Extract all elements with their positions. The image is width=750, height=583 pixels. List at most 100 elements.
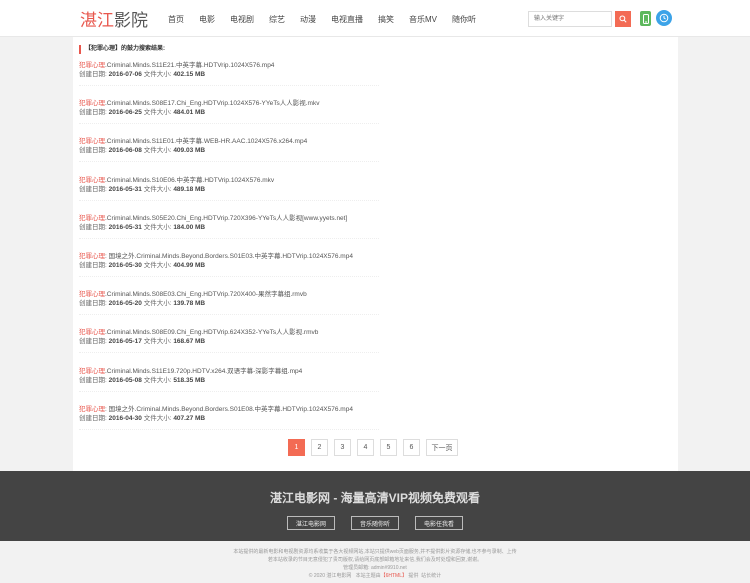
pagination: 1 2 3 4 5 6 下一页	[288, 439, 464, 456]
nav-item-home[interactable]: 首页	[168, 14, 184, 25]
search-button[interactable]	[615, 11, 631, 27]
size-label: 文件大小:	[143, 300, 172, 308]
result-title-link[interactable]: 犯罪心理.Criminal.Minds.S11E21.中英字幕.HDTVrip.…	[79, 61, 379, 70]
size-label: 文件大小:	[143, 376, 172, 384]
date-label: 创建日期:	[79, 185, 107, 193]
disclaimer-line-2: 若本站收录的节目无意侵犯了贵司版权,请给网页底部邮箱地址来信,我们会及时处理和回…	[267, 557, 483, 563]
result-keyword: 犯罪心理	[79, 100, 105, 108]
list-item: 犯罪心理: 国境之外.Criminal.Minds.Beyond.Borders…	[79, 405, 379, 443]
main-nav: 首页 电影 电视剧 综艺 动漫 电视直播 搞笑 音乐MV 随你听	[168, 14, 491, 25]
result-meta: 创建日期: 2016-05-17 文件大小: 168.67 MB	[79, 337, 379, 346]
size-label: 文件大小:	[143, 185, 172, 193]
nav-item-variety[interactable]: 综艺	[269, 14, 285, 25]
footer-link-music[interactable]: 音乐随你听	[350, 516, 399, 530]
result-meta: 创建日期: 2016-06-08 文件大小: 409.03 MB	[79, 146, 379, 155]
result-meta: 创建日期: 2016-07-06 文件大小: 402.15 MB	[79, 70, 379, 79]
result-date: 2016-04-30	[108, 414, 142, 422]
search-bar	[528, 11, 631, 27]
date-label: 创建日期:	[79, 338, 107, 346]
nav-item-anime[interactable]: 动漫	[300, 14, 316, 25]
stats-link[interactable]: 站长统计	[421, 573, 441, 579]
date-label: 创建日期:	[79, 109, 107, 117]
result-filename: : 国境之外.Criminal.Minds.Beyond.Borders.S01…	[105, 252, 353, 260]
result-date: 2016-05-17	[108, 338, 142, 346]
result-date: 2016-05-31	[108, 185, 142, 193]
site-logo[interactable]: 湛江 影院	[80, 8, 148, 31]
result-title-link[interactable]: 犯罪心理.Criminal.Minds.S11E01.中英字幕.WEB-HR.A…	[79, 137, 379, 146]
result-filename: .Criminal.Minds.S08E17.Chi_Eng.HDTVrip.1…	[105, 100, 320, 108]
result-title-link[interactable]: 犯罪心理.Criminal.Minds.S05E20.Chi_Eng.HDTVr…	[79, 214, 379, 223]
list-item: 犯罪心理.Criminal.Minds.S11E21.中英字幕.HDTVrip.…	[79, 61, 379, 99]
result-title-link[interactable]: 犯罪心理: 国境之外.Criminal.Minds.Beyond.Borders…	[79, 405, 379, 414]
list-item: 犯罪心理.Criminal.Minds.S08E09.Chi_Eng.HDTVr…	[79, 328, 379, 366]
result-size: 489.18 MB	[173, 185, 206, 193]
nav-item-tv[interactable]: 电视剧	[230, 14, 254, 25]
result-title-link[interactable]: 犯罪心理.Criminal.Minds.S08E09.Chi_Eng.HDTVr…	[79, 328, 379, 337]
footer-slogan: 湛江电影网 - 海量高清VIP视频免费观看	[269, 491, 480, 505]
copyright-line: © 2020 湛江电影网 本站主题由【6HTML】 提供 站长统计	[0, 572, 750, 580]
divider	[79, 314, 379, 316]
result-filename: .Criminal.Minds.S08E09.Chi_Eng.HDTVrip.6…	[105, 329, 319, 337]
theme-link[interactable]: 【6HTML】	[381, 573, 407, 579]
result-meta: 创建日期: 2016-04-30 文件大小: 407.27 MB	[79, 414, 379, 423]
list-item: 犯罪心理: 国境之外.Criminal.Minds.Beyond.Borders…	[79, 252, 379, 290]
list-item: 犯罪心理.Criminal.Minds.S08E03.Chi_Eng.HDTVr…	[79, 290, 379, 328]
size-label: 文件大小:	[143, 109, 172, 117]
page-button-3[interactable]: 3	[334, 439, 351, 456]
date-label: 创建日期:	[79, 300, 107, 308]
page-button-4[interactable]: 4	[357, 439, 374, 456]
page-button-2[interactable]: 2	[311, 439, 328, 456]
nav-item-music-mv[interactable]: 音乐MV	[409, 14, 437, 25]
history-icon[interactable]	[656, 10, 672, 26]
result-date: 2016-06-08	[108, 147, 142, 155]
mobile-icon[interactable]	[640, 11, 651, 26]
list-item: 犯罪心理.Criminal.Minds.S05E20.Chi_Eng.HDTVr…	[79, 214, 379, 252]
size-label: 文件大小:	[143, 147, 172, 155]
result-title-link[interactable]: 犯罪心理.Criminal.Minds.S10E06.中英字幕.HDTVrip.…	[79, 176, 379, 185]
list-item: 犯罪心理.Criminal.Minds.S11E01.中英字幕.WEB-HR.A…	[79, 137, 379, 175]
date-label: 创建日期:	[79, 71, 107, 78]
admin-email: 管理员邮箱: admin#9910.net	[343, 565, 407, 571]
divider	[79, 123, 379, 125]
footer-link-movies[interactable]: 电影任我看	[415, 516, 464, 530]
result-filename: .Criminal.Minds.S11E01.中英字幕.WEB-HR.AAC.1…	[105, 138, 308, 146]
result-date: 2016-05-08	[108, 376, 142, 384]
result-title-link[interactable]: 犯罪心理.Criminal.Minds.S11E19.720p.HDTV.x26…	[79, 367, 379, 376]
result-title-link[interactable]: 犯罪心理.Criminal.Minds.S08E03.Chi_Eng.HDTVr…	[79, 290, 379, 299]
divider	[79, 161, 379, 163]
result-size: 139.78 MB	[173, 300, 206, 308]
theme-text: 本站主题由	[355, 573, 381, 579]
divider	[79, 85, 379, 86]
result-keyword: 犯罪心理	[79, 291, 105, 299]
result-keyword: 犯罪心理	[79, 138, 105, 146]
result-size: 402.15 MB	[173, 71, 206, 78]
size-label: 文件大小:	[143, 223, 172, 231]
footer-link-site[interactable]: 湛江电影网	[286, 516, 335, 530]
list-item: 犯罪心理.Criminal.Minds.S10E06.中英字幕.HDTVrip.…	[79, 176, 379, 214]
page-button-1[interactable]: 1	[288, 439, 305, 456]
page-button-5[interactable]: 5	[380, 439, 397, 456]
search-results-heading: 【犯罪心理】的鼓力搜索结果:	[79, 45, 165, 54]
nav-item-movie[interactable]: 电影	[199, 14, 215, 25]
result-keyword: 犯罪心理	[79, 329, 105, 337]
divider	[79, 275, 379, 277]
divider	[79, 428, 379, 430]
result-size: 404.99 MB	[173, 261, 206, 269]
result-title-link[interactable]: 犯罪心理.Criminal.Minds.S08E17.Chi_Eng.HDTVr…	[79, 99, 379, 108]
nav-item-live-tv[interactable]: 电视直播	[331, 14, 363, 25]
divider	[79, 390, 379, 392]
result-meta: 创建日期: 2016-05-20 文件大小: 139.78 MB	[79, 299, 379, 308]
result-title-link[interactable]: 犯罪心理: 国境之外.Criminal.Minds.Beyond.Borders…	[79, 252, 379, 261]
result-meta: 创建日期: 2016-05-31 文件大小: 184.00 MB	[79, 223, 379, 232]
result-keyword: 犯罪心理	[79, 62, 105, 69]
page-button-6[interactable]: 6	[403, 439, 420, 456]
divider	[79, 199, 379, 201]
search-input[interactable]	[528, 11, 612, 27]
result-meta: 创建日期: 2016-05-30 文件大小: 404.99 MB	[79, 261, 379, 270]
result-date: 2016-06-25	[108, 109, 142, 117]
nav-item-listen[interactable]: 随你听	[452, 14, 476, 25]
next-page-button[interactable]: 下一页	[426, 439, 458, 456]
size-label: 文件大小:	[143, 414, 172, 422]
nav-item-funny[interactable]: 搞笑	[378, 14, 394, 25]
result-size: 518.35 MB	[173, 376, 206, 384]
